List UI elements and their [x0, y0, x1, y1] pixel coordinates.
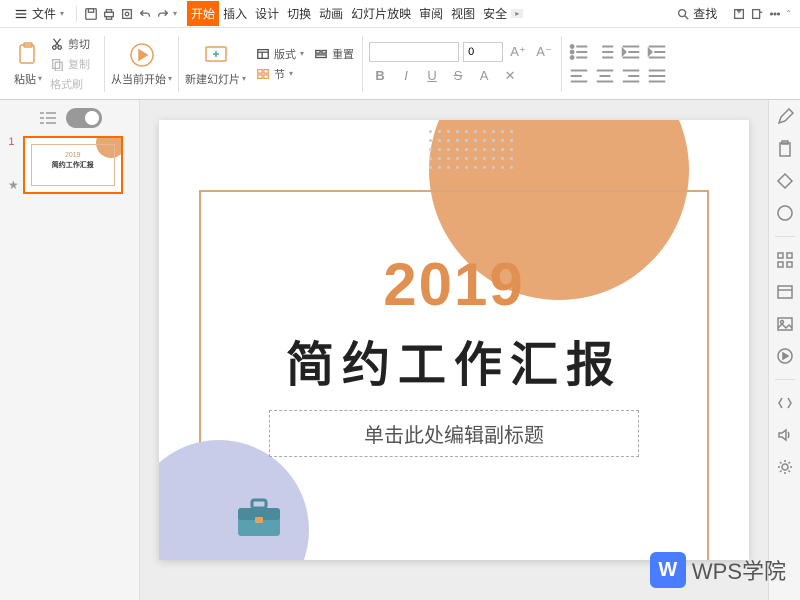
decrease-indent-button[interactable]: [620, 41, 642, 63]
layout-button[interactable]: 版式▾: [254, 45, 306, 63]
paste-button[interactable]: 粘贴▾: [14, 41, 42, 87]
from-current-button[interactable]: 从当前开始▾: [111, 41, 172, 87]
briefcase-icon: [234, 496, 284, 540]
separator: [362, 36, 363, 92]
thumbnail-view-toggle[interactable]: [66, 108, 102, 128]
ribbon-tabs: 开始 插入 设计 切换 动画 幻灯片放映 审阅 视图 安全 ▸: [187, 1, 523, 26]
watermark-text: WPS学院: [692, 554, 786, 586]
save-icon[interactable]: [83, 6, 99, 22]
qat-more-icon[interactable]: ▾: [173, 9, 177, 18]
undo-icon[interactable]: [137, 6, 153, 22]
new-slide-button[interactable]: 新建幻灯片▾: [185, 41, 246, 87]
tab-insert[interactable]: 插入: [219, 1, 251, 26]
cut-button[interactable]: 剪切: [48, 35, 92, 53]
tab-animation[interactable]: 动画: [315, 1, 347, 26]
align-center-button[interactable]: [594, 65, 616, 87]
tab-design[interactable]: 设计: [251, 1, 283, 26]
play-icon[interactable]: [776, 347, 794, 365]
tab-slideshow[interactable]: 幻灯片放映: [347, 1, 415, 26]
wps-logo-icon: W: [650, 552, 686, 588]
dots-pattern: [429, 130, 513, 169]
main-area: 1 ★ 2019 简约工作汇报 2019 简约工作汇报: [0, 100, 800, 600]
subtitle-placeholder[interactable]: 单击此处编辑副标题: [269, 410, 639, 457]
speaker-icon[interactable]: [776, 426, 794, 444]
highlight-button[interactable]: ✕: [499, 65, 521, 87]
bold-button[interactable]: B: [369, 65, 391, 87]
collapse-icon[interactable]: ⌃: [785, 9, 792, 18]
underline-button[interactable]: U: [421, 65, 443, 87]
print-preview-icon[interactable]: [119, 6, 135, 22]
separator: [775, 379, 795, 380]
decrease-font-icon[interactable]: A⁻: [533, 41, 555, 63]
export-icon[interactable]: [749, 6, 765, 22]
separator: [104, 36, 105, 92]
font-color-button[interactable]: A: [473, 65, 495, 87]
separator: [178, 36, 179, 92]
separator: [76, 6, 77, 22]
share-icon[interactable]: [731, 6, 747, 22]
search-icon[interactable]: [675, 6, 691, 22]
align-right-button[interactable]: [620, 65, 642, 87]
slide-thumbnail-row: 1 ★ 2019 简约工作汇报: [8, 136, 131, 194]
slide-number: 1: [8, 136, 18, 148]
italic-button[interactable]: I: [395, 65, 417, 87]
numbering-button[interactable]: [594, 41, 616, 63]
star-icon: ★: [8, 178, 19, 192]
print-icon[interactable]: [101, 6, 117, 22]
tab-security[interactable]: 安全: [479, 1, 511, 26]
circle-icon[interactable]: [776, 204, 794, 222]
paragraph-group: [568, 41, 668, 87]
template-icon[interactable]: [776, 283, 794, 301]
view-switcher: [8, 108, 131, 128]
format-painter-button[interactable]: 格式刷: [48, 75, 92, 93]
settings-icon[interactable]: [776, 458, 794, 476]
subtitle-text: 单击此处编辑副标题: [278, 419, 630, 448]
strikethrough-button[interactable]: S: [447, 65, 469, 87]
slide-1[interactable]: 2019 简约工作汇报 单击此处编辑副标题: [159, 120, 749, 560]
slide-panel: 1 ★ 2019 简约工作汇报: [0, 100, 140, 600]
watermark: W WPS学院: [650, 552, 786, 588]
section-button[interactable]: 节▾: [254, 65, 356, 83]
right-toolbar: [768, 100, 800, 600]
expand-icon[interactable]: [776, 394, 794, 412]
menubar: 文件 ▾ ▾ 开始 插入 设计 切换 动画 幻灯片放映 审阅 视图 安全 ▸ 查…: [0, 0, 800, 28]
bullets-button[interactable]: [568, 41, 590, 63]
grid-icon[interactable]: [776, 251, 794, 269]
font-family-select[interactable]: [369, 42, 459, 62]
slide-year[interactable]: 2019: [159, 250, 749, 319]
copy-button[interactable]: 复制: [48, 55, 92, 73]
more-icon[interactable]: [767, 6, 783, 22]
outline-view-icon[interactable]: [38, 110, 58, 126]
reset-button[interactable]: 重置: [312, 45, 356, 63]
diamond-icon[interactable]: [776, 172, 794, 190]
justify-button[interactable]: [646, 65, 668, 87]
file-menu[interactable]: 文件 ▾: [8, 3, 70, 24]
slide-canvas[interactable]: 2019 简约工作汇报 单击此处编辑副标题: [140, 100, 768, 600]
increase-indent-button[interactable]: [646, 41, 668, 63]
slide-title[interactable]: 简约工作汇报: [159, 325, 749, 395]
slide-thumbnail-1[interactable]: 2019 简约工作汇报: [23, 136, 123, 194]
tabs-more-icon[interactable]: ▸: [511, 9, 523, 18]
ribbon: 粘贴▾ 剪切 复制 格式刷 从当前开始▾ 新建幻灯片▾ 版式▾ 重置 节▾ A⁺…: [0, 28, 800, 100]
clipboard-group: 粘贴▾ 剪切 复制 格式刷: [8, 35, 98, 93]
increase-font-icon[interactable]: A⁺: [507, 41, 529, 63]
image-icon[interactable]: [776, 315, 794, 333]
search-label[interactable]: 查找: [693, 5, 717, 22]
align-left-button[interactable]: [568, 65, 590, 87]
file-menu-label: 文件: [32, 5, 56, 22]
pencil-icon[interactable]: [776, 108, 794, 126]
font-group: A⁺ A⁻ B I U S A ✕: [369, 41, 555, 87]
tab-review[interactable]: 审阅: [415, 1, 447, 26]
tab-view[interactable]: 视图: [447, 1, 479, 26]
separator: [561, 36, 562, 92]
redo-icon[interactable]: [155, 6, 171, 22]
font-size-select[interactable]: [463, 42, 503, 62]
clipboard-icon[interactable]: [776, 140, 794, 158]
tab-transition[interactable]: 切换: [283, 1, 315, 26]
tab-start[interactable]: 开始: [187, 1, 219, 26]
chevron-down-icon: ▾: [60, 9, 64, 18]
separator: [775, 236, 795, 237]
